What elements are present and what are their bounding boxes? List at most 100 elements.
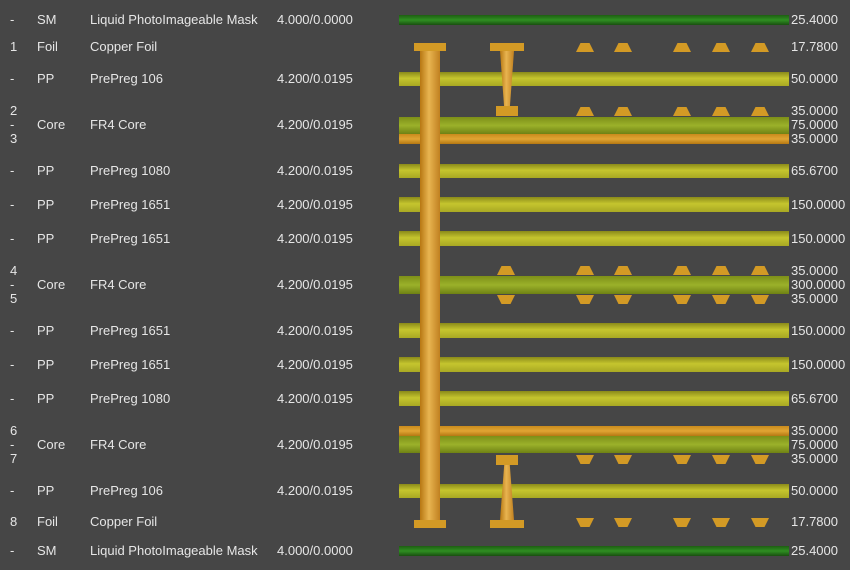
- layer-thickness: 35.0000 75.0000 35.0000: [791, 423, 838, 466]
- layer-number: -: [10, 163, 15, 178]
- blind-via-pad: [490, 520, 524, 528]
- trace-layer-2: [712, 107, 730, 116]
- layer-type: SM: [37, 543, 57, 558]
- blind-via-pad: [496, 106, 518, 116]
- layer-number: -: [10, 391, 15, 406]
- trace-layer-2: [614, 107, 632, 116]
- trace-layer-4: [497, 266, 515, 275]
- trace-layer-8: [576, 518, 594, 527]
- trace-layer-1: [673, 43, 691, 52]
- trace-layer-7: [751, 455, 769, 464]
- layer-dk-df: 4.000/0.0000: [277, 12, 353, 27]
- copper-layer-3: [399, 134, 789, 144]
- trace-layer-7: [712, 455, 730, 464]
- layer-type: Core: [37, 277, 66, 292]
- layer-material: PrePreg 1080: [90, 163, 171, 178]
- copper-layer-6: [399, 426, 789, 436]
- trace-layer-4: [712, 266, 730, 275]
- trace-layer-4: [614, 266, 632, 275]
- trace-layer-4: [751, 266, 769, 275]
- layer-thickness: 65.6700: [791, 391, 838, 406]
- blind-via-pad: [496, 455, 518, 465]
- layer-number: -: [10, 543, 15, 558]
- blind-via-pad: [490, 43, 524, 51]
- layer-type: PP: [37, 163, 55, 178]
- layer-number: -: [10, 323, 15, 338]
- trace-layer-8: [673, 518, 691, 527]
- solder-mask-top: [399, 15, 789, 25]
- layer-type: PP: [37, 323, 55, 338]
- layer-dk-df: 4.200/0.0195: [277, 231, 353, 246]
- trace-layer-1: [576, 43, 594, 52]
- layer-type: PP: [37, 391, 55, 406]
- layer-material: PrePreg 1651: [90, 231, 171, 246]
- layer-material: PrePreg 106: [90, 483, 163, 498]
- via-pad-bottom: [414, 520, 446, 528]
- layer-thickness: 25.4000: [791, 12, 838, 27]
- layer-dk-df: 4.200/0.0195: [277, 437, 353, 452]
- layer-dk-df: 4.200/0.0195: [277, 391, 353, 406]
- layer-material: PrePreg 1080: [90, 391, 171, 406]
- prepreg-1651: [399, 323, 789, 338]
- trace-layer-8: [614, 518, 632, 527]
- layer-number: 6 - 7: [10, 423, 18, 466]
- prepreg-1651: [399, 357, 789, 372]
- trace-layer-2: [751, 107, 769, 116]
- trace-layer-5: [614, 295, 632, 304]
- prepreg-1651: [399, 197, 789, 212]
- layer-type: PP: [37, 197, 55, 212]
- trace-layer-1: [751, 43, 769, 52]
- layer-dk-df: 4.000/0.0000: [277, 543, 353, 558]
- layer-thickness: 150.0000: [791, 231, 846, 246]
- trace-layer-8: [751, 518, 769, 527]
- layer-thickness: 50.0000: [791, 483, 838, 498]
- layer-type: Core: [37, 117, 66, 132]
- layer-thickness: 35.0000 300.0000 35.0000: [791, 263, 846, 306]
- layer-dk-df: 4.200/0.0195: [277, 483, 353, 498]
- layer-material: FR4 Core: [90, 117, 147, 132]
- layer-dk-df: 4.200/0.0195: [277, 323, 353, 338]
- trace-layer-2: [673, 107, 691, 116]
- trace-layer-5: [576, 295, 594, 304]
- trace-layer-7: [673, 455, 691, 464]
- trace-layer-5: [497, 295, 515, 304]
- layer-material: PrePreg 1651: [90, 197, 171, 212]
- blind-via-bottom: [500, 465, 514, 520]
- layer-dk-df: 4.200/0.0195: [277, 71, 353, 86]
- via-pad-top: [414, 43, 446, 51]
- layer-material: Copper Foil: [90, 39, 158, 54]
- layer-dk-df: 4.200/0.0195: [277, 277, 353, 292]
- core-6-7: [399, 436, 789, 453]
- layer-number: 2 - 3: [10, 103, 18, 146]
- layer-number: -: [10, 483, 15, 498]
- layer-dk-df: 4.200/0.0195: [277, 357, 353, 372]
- layer-number: 1: [10, 39, 18, 54]
- layer-thickness: 35.0000 75.0000 35.0000: [791, 103, 838, 146]
- layer-material: Copper Foil: [90, 514, 158, 529]
- layer-dk-df: 4.200/0.0195: [277, 117, 353, 132]
- layer-number: -: [10, 12, 15, 27]
- layer-material: FR4 Core: [90, 437, 147, 452]
- prepreg-106-bottom: [399, 484, 789, 498]
- layer-type: PP: [37, 71, 55, 86]
- prepreg-106-top: [399, 72, 789, 86]
- layer-dk-df: 4.200/0.0195: [277, 163, 353, 178]
- trace-layer-5: [751, 295, 769, 304]
- layer-thickness: 150.0000: [791, 357, 846, 372]
- layer-thickness: 17.7800: [791, 514, 838, 529]
- layer-type: PP: [37, 357, 55, 372]
- layer-number: -: [10, 197, 15, 212]
- layer-material: PrePreg 1651: [90, 357, 171, 372]
- layer-material: Liquid PhotoImageable Mask: [90, 12, 258, 27]
- layer-number: 4 - 5: [10, 263, 18, 306]
- layer-material: PrePreg 106: [90, 71, 163, 86]
- trace-layer-8: [712, 518, 730, 527]
- blind-via-top: [500, 51, 514, 108]
- layer-material: FR4 Core: [90, 277, 147, 292]
- layer-thickness: 50.0000: [791, 71, 838, 86]
- layer-number: 8: [10, 514, 18, 529]
- layer-dk-df: 4.200/0.0195: [277, 197, 353, 212]
- trace-layer-4: [576, 266, 594, 275]
- layer-thickness: 25.4000: [791, 543, 838, 558]
- layer-number: -: [10, 71, 15, 86]
